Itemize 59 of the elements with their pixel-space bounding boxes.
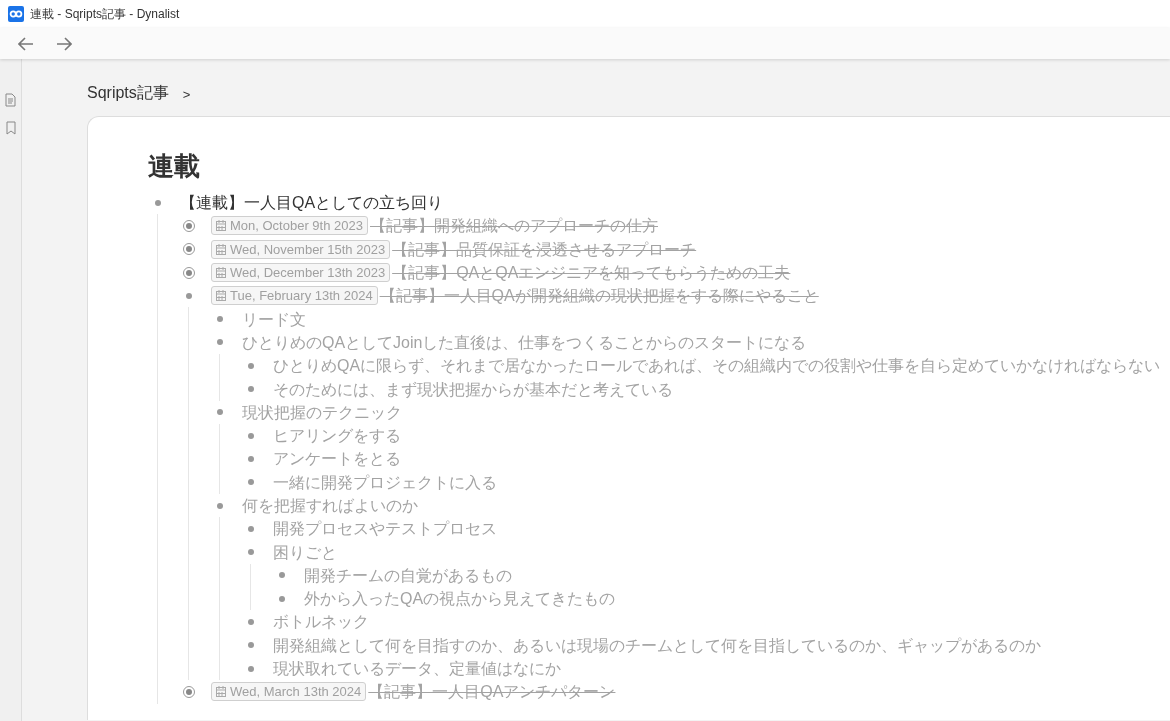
calendar-icon	[216, 267, 226, 279]
outline-item-text: ボトルネック	[273, 612, 369, 633]
bullet[interactable]	[248, 619, 254, 625]
bookmark-icon[interactable]	[5, 121, 16, 135]
bullet[interactable]	[217, 316, 223, 323]
outline-item-text: 【記事】一人目QAが開発組織の現状把握をする際にやること	[379, 286, 819, 307]
outline-item-text: 何を把握すればよいのか	[242, 496, 418, 516]
bullet[interactable]	[155, 199, 161, 206]
calendar-icon	[216, 220, 226, 232]
bullet[interactable]	[248, 386, 254, 392]
bullet[interactable]	[217, 409, 223, 416]
outline-item-text: 開発組織として何を目指すのか、あるいは現場のチームとして何を目指しているのか、ギャップがあるのか	[273, 635, 1041, 656]
bullet[interactable]	[248, 525, 254, 532]
bullet[interactable]	[248, 479, 254, 486]
outline-item-text: 一緒に開発プロジェクトに入る	[273, 472, 497, 493]
bullet[interactable]	[279, 595, 285, 602]
outline-item-text: ひとりめのQAとしてJoinした直後は、仕事をつくることからのスタートになる	[242, 332, 807, 353]
breadcrumb-link[interactable]: Sqripts記事	[87, 81, 169, 116]
calendar-icon	[216, 686, 226, 698]
bullet[interactable]	[279, 572, 285, 579]
bullet[interactable]	[248, 665, 254, 672]
date-badge[interactable]: Tue, February 13th 2024	[211, 286, 378, 306]
breadcrumb-separator: >	[182, 86, 191, 104]
outline-item-text: 開発チームの自覚があるもの	[304, 565, 512, 586]
app-logo-icon	[8, 6, 24, 22]
document-title: 連載	[148, 151, 201, 181]
outline-item-text: 現状把握のテクニック	[242, 402, 402, 423]
bullet[interactable]	[248, 432, 254, 439]
bullet[interactable]	[248, 362, 254, 369]
outline-item-text: 【連載】一人目QAとしての立ち回り	[180, 193, 444, 214]
outline-item-text: アンケートをとる	[273, 449, 401, 470]
bullet[interactable]	[248, 455, 254, 462]
outline-item-text: 【記事】品質保証を浸透させるアプローチ	[392, 239, 697, 260]
bullet[interactable]	[186, 292, 192, 299]
date-badge[interactable]: Wed, November 15th 2023	[211, 239, 391, 259]
calendar-icon	[216, 243, 226, 255]
outline-item-text: 【記事】QAとQAエンジニアを知ってもらうための工夫	[392, 263, 791, 284]
outline-item-text: 外から入ったQAの視点から見えてきたもの	[304, 589, 616, 610]
window-title: 連載 - Sqripts記事 - Dynalist	[30, 6, 180, 23]
date-badge[interactable]: Wed, December 13th 2023	[211, 263, 391, 283]
bullet[interactable]	[248, 549, 254, 556]
outline-item-text: リード文	[242, 309, 306, 330]
date-badge[interactable]: Mon, October 9th 2023	[211, 216, 368, 236]
bullet[interactable]	[217, 502, 223, 509]
outline-item-text: 困りごと	[273, 542, 337, 563]
document-icon[interactable]	[5, 93, 16, 107]
outline-item-text: ヒアリングをする	[273, 426, 401, 447]
outline-item-text: ひとりめQAに限らず、それまで居なかったロールであれば、その組織内での役割や仕事を自ら定めていかなければならない	[273, 356, 1161, 377]
date-badge[interactable]: Wed, March 13th 2024	[211, 682, 367, 702]
bullet[interactable]	[217, 339, 223, 346]
back-arrow-icon[interactable]	[18, 36, 34, 51]
outline-item-text: 【記事】開発組織へのアプローチの仕方	[370, 216, 658, 237]
outline-item-text: 開発プロセスやテストプロセス	[273, 519, 497, 540]
calendar-icon	[216, 290, 226, 302]
outline-item-text: そのためには、まず現状把握からが基本だと考えている	[273, 379, 673, 400]
forward-arrow-icon[interactable]	[56, 36, 72, 51]
bullet[interactable]	[248, 642, 254, 649]
outline-item-text: 現状取れているデータ、定量値はなにか	[273, 659, 561, 680]
outline-item-text: 【記事】一人目QAアンチパターン	[368, 682, 616, 703]
